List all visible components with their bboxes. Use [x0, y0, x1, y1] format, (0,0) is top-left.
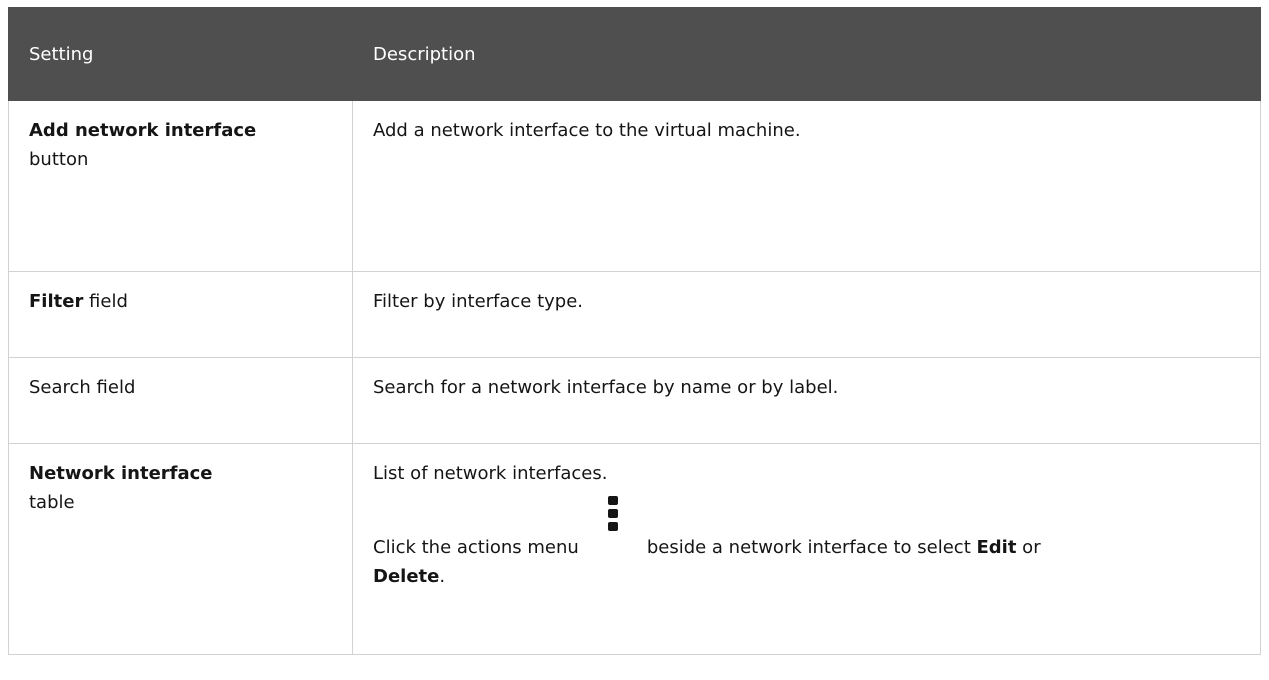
description-instructions: Click the actions menu beside a network i… — [373, 496, 1246, 591]
instruction-or: or — [1016, 537, 1041, 558]
table-header-row: Setting Description — [8, 7, 1261, 101]
description-cell: Search for a network interface by name o… — [352, 357, 1261, 444]
setting-cell: Filter field — [8, 271, 353, 358]
settings-table: Setting Description Add network interfac… — [8, 7, 1261, 655]
setting-cell: Add network interface button — [8, 100, 353, 272]
instruction-mid: beside a network interface to select — [646, 537, 977, 558]
header-description: Description — [352, 7, 1261, 101]
setting-type: button — [29, 149, 89, 170]
description-text: Add a network interface to the virtual m… — [373, 120, 801, 141]
setting-cell: Search field — [8, 357, 353, 444]
description-text: Filter by interface type. — [373, 291, 584, 312]
description-cell: Filter by interface type. — [352, 271, 1261, 358]
instruction-prefix: Click the actions menu — [373, 537, 579, 558]
description-text: List of network interfaces. — [373, 463, 608, 484]
setting-name: Network interface — [29, 463, 213, 484]
setting-type: table — [29, 492, 75, 513]
kebab-icon — [587, 496, 639, 562]
setting-name: Add network interface — [29, 120, 257, 141]
table-row: Add network interface button Add a netwo… — [8, 100, 1261, 272]
description-cell: Add a network interface to the virtual m… — [352, 100, 1261, 272]
instruction-end: . — [439, 566, 446, 587]
delete-keyword: Delete — [373, 566, 440, 587]
table-row: Search field Search for a network interf… — [8, 357, 1261, 444]
header-setting: Setting — [8, 7, 353, 101]
edit-keyword: Edit — [976, 537, 1017, 558]
table-row: Filter field Filter by interface type. — [8, 271, 1261, 358]
setting-name: Filter — [29, 291, 84, 312]
table-row: Network interface table List of network … — [8, 443, 1261, 655]
setting-type: field — [83, 291, 128, 312]
setting-name: Search field — [29, 377, 136, 398]
description-cell: List of network interfaces. Click the ac… — [352, 443, 1261, 655]
description-text: Search for a network interface by name o… — [373, 377, 839, 398]
setting-cell: Network interface table — [8, 443, 353, 655]
